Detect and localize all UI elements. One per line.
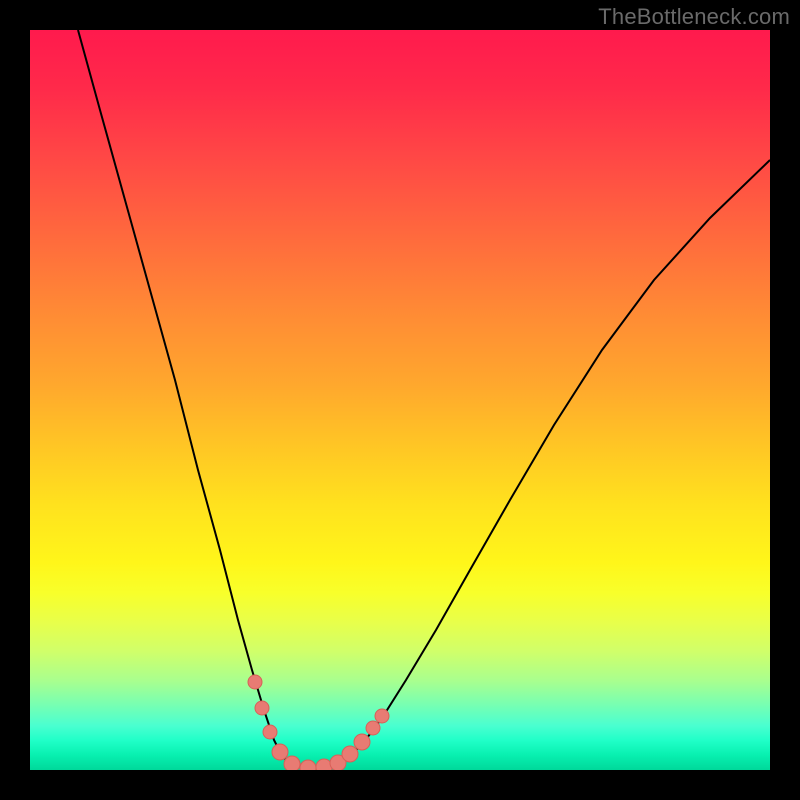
data-marker — [284, 756, 300, 770]
plot-area — [30, 30, 770, 770]
chart-svg — [30, 30, 770, 770]
data-marker — [248, 675, 262, 689]
data-marker — [342, 746, 358, 762]
watermark-text: TheBottleneck.com — [598, 4, 790, 30]
data-marker — [300, 760, 316, 770]
chart-frame: TheBottleneck.com — [0, 0, 800, 800]
left-branch-curve — [78, 30, 308, 768]
data-marker — [272, 744, 288, 760]
data-marker — [366, 721, 380, 735]
data-marker — [316, 759, 332, 770]
data-marker — [375, 709, 389, 723]
data-marker — [354, 734, 370, 750]
data-marker — [255, 701, 269, 715]
right-branch-curve — [308, 160, 770, 768]
data-marker — [263, 725, 277, 739]
